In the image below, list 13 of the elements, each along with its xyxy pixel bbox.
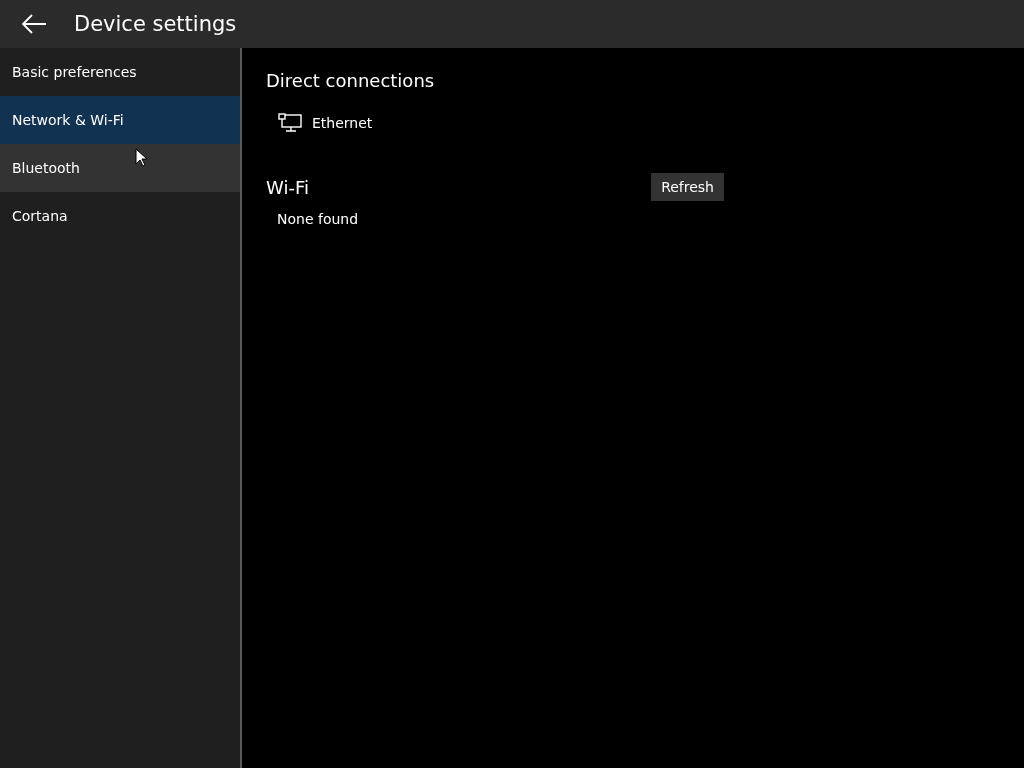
section-heading: Direct connections (266, 70, 436, 91)
sidebar-item[interactable]: Network & Wi-Fi (0, 96, 240, 144)
sidebar-item[interactable]: Basic preferences (0, 48, 240, 96)
connection-label[interactable]: Ethernet (312, 115, 373, 131)
window-title: Device settings (74, 12, 237, 36)
monitor-icon (278, 113, 302, 133)
wifi-status-text: None found (276, 210, 360, 229)
mouse-cursor-icon (135, 148, 147, 167)
section-heading: Wi-Fi (266, 176, 309, 198)
refresh-button[interactable]: Refresh (651, 173, 724, 201)
sidebar-item[interactable]: Cortana (0, 192, 240, 240)
sidebar-item[interactable]: Bluetooth (0, 144, 240, 192)
back-arrow-icon (21, 14, 47, 34)
